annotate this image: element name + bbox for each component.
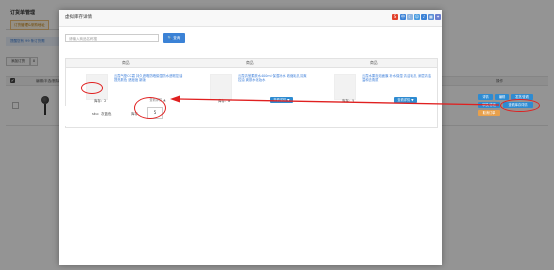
annotation-arrow (170, 95, 500, 106)
